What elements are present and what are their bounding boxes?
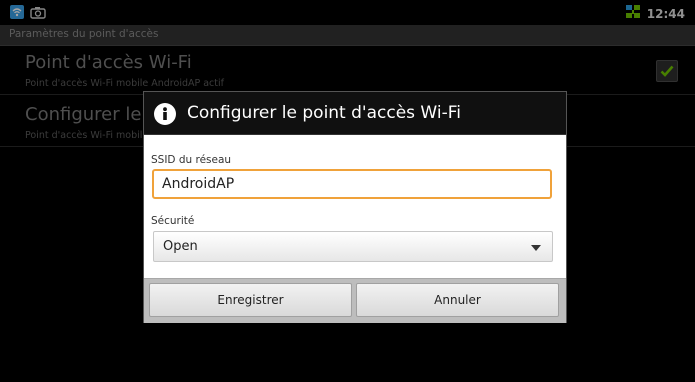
dialog-header: Configurer le point d'accès Wi-Fi	[144, 92, 566, 135]
dialog-title: Configurer le point d'accès Wi-Fi	[187, 103, 461, 123]
security-label: Sécurité	[151, 215, 195, 227]
cancel-button[interactable]: Annuler	[356, 283, 559, 317]
security-value: Open	[163, 239, 198, 254]
info-icon	[154, 103, 176, 125]
save-button[interactable]: Enregistrer	[149, 283, 352, 317]
dialog-button-bar: Enregistrer Annuler	[144, 278, 566, 323]
chevron-down-icon	[531, 245, 541, 251]
ssid-input[interactable]: AndroidAP	[152, 169, 552, 199]
ssid-label: SSID du réseau	[151, 154, 232, 166]
configure-hotspot-dialog: Configurer le point d'accès Wi-Fi SSID d…	[143, 91, 567, 323]
security-select[interactable]: Open	[153, 231, 553, 262]
